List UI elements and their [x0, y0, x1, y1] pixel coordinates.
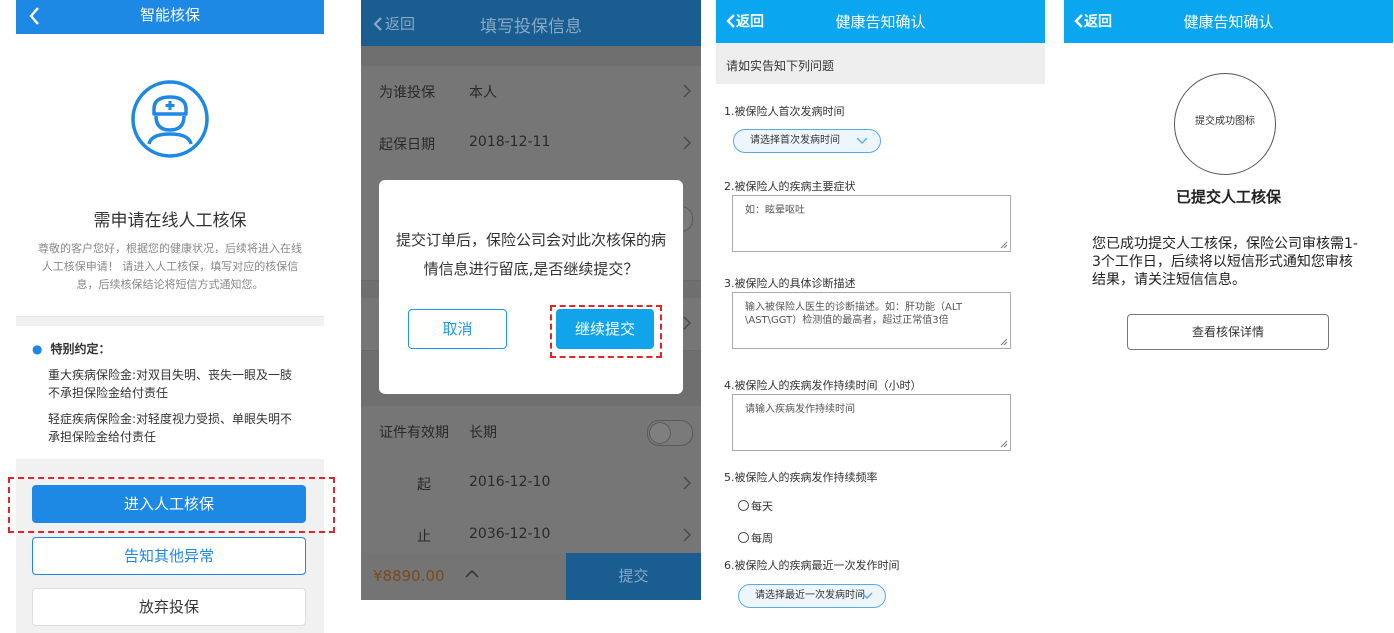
header-bar: 返回 健康告知确认 — [1064, 0, 1393, 43]
view-underwriting-details-button[interactable]: 查看核保详情 — [1127, 314, 1329, 350]
chevron-down-icon — [856, 137, 868, 144]
panel-smart-underwriting: 智能核保 需申请在线人工核保 尊敬的客户您好，根据您的健康状况，后续将进入在线人… — [16, 0, 324, 633]
row-value: 2016-12-10 — [469, 474, 551, 490]
row-value: 本人 — [469, 85, 497, 101]
term-mild-illness: 轻症疾病保险金:对轻度视力受损、单眼失明不承担保险金给付责任 — [48, 412, 293, 444]
question-5: 5.被保险人的疾病发作持续频率 — [724, 471, 878, 484]
row-label: 为谁投保 — [379, 85, 435, 101]
row-value: 2036-12-10 — [469, 526, 551, 542]
special-terms-title: ● 特别约定： — [32, 342, 111, 356]
special-terms: ● 特别约定： 重大疾病保险金:对双目失明、丧失一眼及一肢不承担保险金给付责任 轻… — [16, 326, 324, 459]
underwriting-headline: 需申请在线人工核保 — [93, 211, 247, 231]
confirm-dialog: 提交订单后，保险公司会对此次核保的病情信息进行留底,是否继续提交？ 取消 继续提… — [379, 180, 683, 394]
page-title: 健康告知确认 — [1183, 13, 1274, 31]
chevron-right-icon — [683, 316, 691, 330]
header-bar: 智能核保 — [16, 0, 324, 34]
page-title: 智能核保 — [139, 6, 200, 24]
question-3: 3.被保险人的具体诊断描述 — [724, 277, 856, 290]
abandon-insurance-button[interactable]: 放弃投保 — [32, 588, 306, 626]
row-value: 长期 — [469, 425, 497, 441]
underwriting-description: 尊敬的客户您好，根据您的健康状况，后续将进入在线人工核保申请！ 请进入人工核保，… — [38, 242, 302, 291]
resize-grip-icon[interactable] — [1000, 241, 1008, 249]
resize-grip-icon[interactable] — [1000, 440, 1008, 448]
success-title: 已提交人工核保 — [1175, 188, 1281, 206]
question-6: 6.被保险人的疾病最近一次发作时间 — [724, 559, 900, 572]
row-label: 起 — [417, 477, 431, 493]
chevron-up-icon[interactable] — [465, 569, 479, 578]
hero-section: 需申请在线人工核保 尊敬的客户您好，根据您的健康状况，后续将进入在线人工核保申请… — [16, 34, 324, 317]
bottom-bar: ¥8890.00 提交 — [361, 553, 701, 600]
radio-daily[interactable]: 每天 — [738, 498, 773, 514]
long-term-toggle[interactable] — [647, 420, 693, 446]
radio-circle-icon — [738, 500, 749, 511]
symptoms-textarea[interactable]: 如：眩晕呕吐 — [732, 195, 1011, 252]
radio-circle-icon — [738, 532, 749, 543]
question-2: 2.被保险人的疾病主要症状 — [724, 180, 856, 193]
diagnosis-textarea[interactable]: 输入被保险人医生的诊断描述。如：肝功能（ALT \AST\GGT）检测值的最高者… — [732, 292, 1011, 349]
chevron-down-icon — [861, 592, 873, 599]
latest-onset-date-select[interactable]: 请选择最近一次发病时间 — [738, 584, 886, 608]
row-value: 2018-12-11 — [469, 134, 551, 150]
success-icon-placeholder: 提交成功图标 — [1174, 73, 1276, 175]
row-insured-person[interactable]: 为谁投保 本人 — [361, 66, 701, 119]
duration-textarea[interactable]: 请输入疾病发作持续时间 — [732, 394, 1011, 451]
question-1: 1.被保险人首次发病时间 — [724, 105, 845, 118]
report-other-abnormality-button[interactable]: 告知其他异常 — [32, 537, 306, 575]
panel-submission-success: 返回 健康告知确认 提交成功图标 已提交人工核保 您已成功提交人工核保，保险公司… — [1064, 0, 1393, 633]
row-validity-from[interactable]: 起 2016-12-10 — [361, 458, 701, 511]
bullet-dot-icon: ● — [32, 342, 43, 356]
question-4: 4.被保险人的疾病发作持续时间（小时） — [724, 379, 922, 392]
highlight-enter-button — [8, 477, 335, 533]
textarea-placeholder: 输入被保险人医生的诊断描述。如：肝功能（ALT \AST\GGT）检测值的最高者… — [745, 302, 963, 326]
total-price: ¥8890.00 — [373, 567, 445, 585]
highlight-continue-button — [550, 305, 662, 358]
submit-button[interactable]: 提交 — [566, 553, 701, 600]
chevron-right-icon — [683, 84, 691, 98]
row-label: 证件有效期 — [379, 425, 449, 441]
cancel-button[interactable]: 取消 — [408, 309, 507, 349]
doctor-icon — [129, 78, 211, 160]
radio-weekly[interactable]: 每周 — [738, 530, 773, 546]
page-title: 健康告知确认 — [835, 13, 926, 31]
chevron-right-icon — [683, 528, 691, 542]
panel-health-notice: 返回 健康告知确认 请如实告知下列问题 1.被保险人首次发病时间 请选择首次发病… — [716, 0, 1045, 633]
row-label: 止 — [417, 529, 431, 545]
success-description: 您已成功提交人工核保，保险公司审核需1-3个工作日，后续将以短信形式通知您审核结… — [1092, 236, 1358, 288]
chevron-right-icon — [683, 136, 691, 150]
row-start-date[interactable]: 起保日期 2018-12-11 — [361, 118, 701, 171]
header-bar: 返回 填写投保信息 — [361, 0, 701, 46]
resize-grip-icon[interactable] — [1000, 338, 1008, 346]
textarea-placeholder: 请输入疾病发作持续时间 — [745, 404, 855, 415]
dialog-message: 提交订单后，保险公司会对此次核保的病情信息进行留底,是否继续提交？ — [395, 231, 666, 278]
term-critical-illness: 重大疾病保险金:对双目失明、丧失一眼及一肢不承担保险金给付责任 — [48, 368, 293, 400]
header-bar: 返回 健康告知确认 — [716, 0, 1045, 43]
success-icon-caption: 提交成功图标 — [1195, 116, 1255, 127]
first-onset-date-select[interactable]: 请选择首次发病时间 — [733, 129, 881, 153]
textarea-placeholder: 如：眩晕呕吐 — [745, 205, 805, 216]
row-id-validity[interactable]: 证件有效期 长期 — [361, 406, 701, 459]
panel-fill-insurance-info: 返回 填写投保信息 为谁投保 本人 起保日期 2018-12-11 证件有效期 … — [361, 0, 701, 600]
row-label: 起保日期 — [379, 137, 435, 153]
chevron-right-icon — [683, 476, 691, 490]
page-title: 填写投保信息 — [480, 17, 582, 37]
instruction-banner: 请如实告知下列问题 — [716, 43, 1045, 84]
